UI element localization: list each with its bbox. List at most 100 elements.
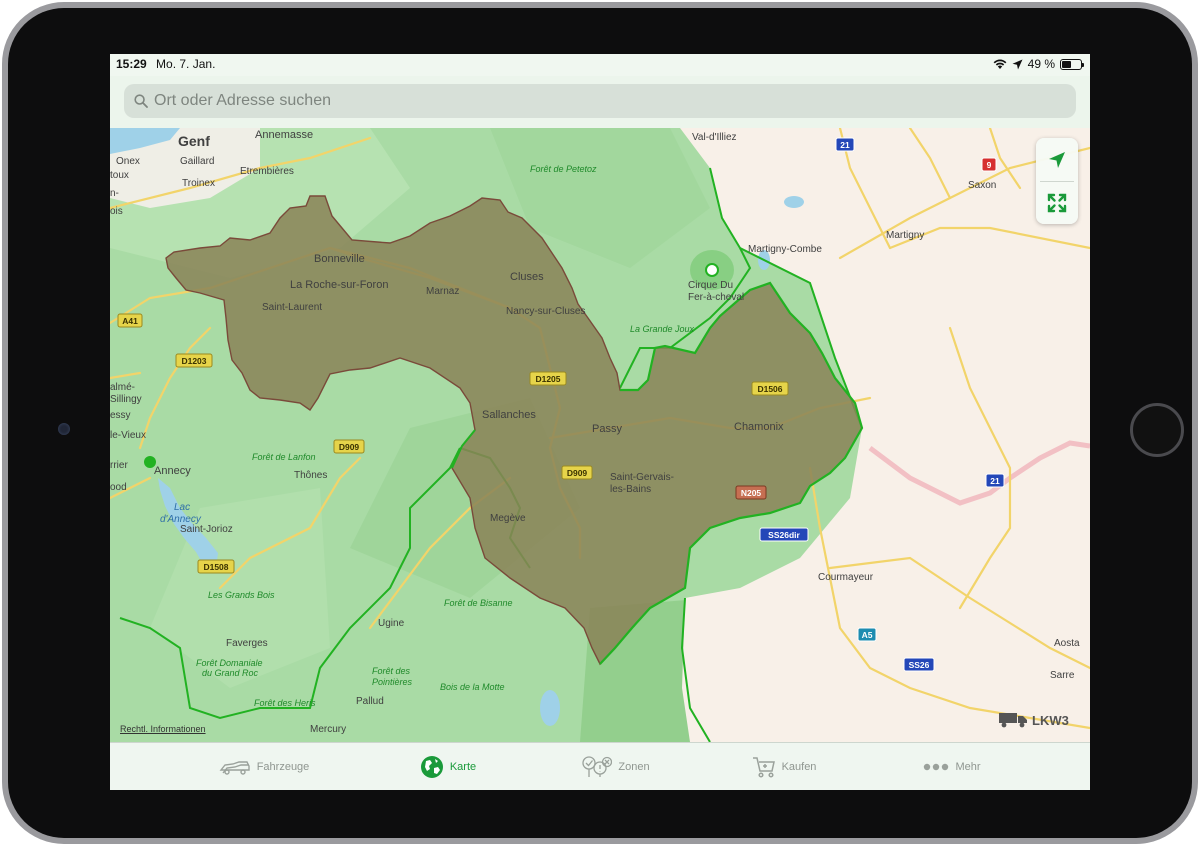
zones-icon [582,756,613,777]
map-forest-label: Pointières [372,677,413,687]
park-marker-icon[interactable] [705,263,719,277]
map-city-label: Genf [178,133,210,149]
map-city-label: Faverges [226,638,268,649]
tab-label: Zonen [618,761,650,773]
tab-fahrzeuge[interactable]: Fahrzeuge [166,743,362,790]
map-canvas[interactable]: Genf Annemasse Onex Gaillard Troinex Etrembiè… [110,128,1090,742]
map-city-label: Marnaz [426,286,459,297]
road-shield: N205 [735,485,767,500]
search-input[interactable] [154,86,1054,116]
road-shield: 21 [985,473,1005,488]
location-arrow-icon [1049,151,1065,168]
road-shield-label: A5 [862,630,873,640]
map-city-label: les-Bains [610,484,651,495]
map-city-label: ois [110,206,123,217]
map-forest-label: Forêt des [372,666,411,676]
map-city-label: Bonneville [314,253,365,265]
tab-label: Karte [449,761,477,773]
road-shield: D909 [561,465,593,480]
map-forest-label: Forêt de Bisanne [444,598,513,608]
map-city-label: Annecy [154,465,191,477]
road-shield: D1205 [529,371,567,386]
road-shield: SS26 [903,657,935,672]
app-screen: 15:29 Mo. 7. Jan. 49 % Ort oder Adresse … [110,54,1090,790]
road-shield-label: N205 [741,488,762,498]
map-city-label: Saxon [968,180,996,191]
battery-percent: 49 % [1027,57,1055,71]
expand-button[interactable] [1036,181,1078,224]
locate-button[interactable] [1036,138,1078,181]
road-shield-label: SS26 [909,660,930,670]
map-city-label: Val-d'Illiez [692,132,737,143]
brand-name: LKW3 [1032,712,1069,728]
road-shield: A41 [117,313,143,328]
map-city-label: Courmayeur [818,572,874,583]
map-forest-label: Les Grands Bois [208,590,275,600]
map-city-label: Fer-à-cheval [688,292,744,303]
brand-logo: LKW3 [998,710,1069,730]
wifi-icon [993,59,1007,69]
status-indicators: 49 % [993,57,1084,71]
legal-link[interactable]: Rechtl. Informationen [120,724,206,734]
map-lake [540,690,560,726]
road-shield-label: SS26dir [768,530,800,540]
battery-fill [1062,60,1071,68]
cart-icon [752,757,775,778]
map-city-label: Mercury [310,724,346,735]
map-city-label: Cirque Du [688,280,733,291]
map-city-label: Megève [490,513,526,524]
map-forest-label: La Grande Joux [630,324,695,334]
more-icon [924,763,949,771]
map-city-label: Thônes [294,470,327,481]
map-city-label: Cluses [510,271,544,283]
map-city-label: Chamonix [734,421,784,433]
map-city-label: Aosta [1054,638,1080,649]
road-shield-label: D1203 [181,356,206,366]
truck-logo-icon [999,713,1027,728]
map-city-label: le-Vieux [110,430,146,441]
home-button[interactable] [1130,403,1184,457]
road-shield-label: D1205 [535,374,560,384]
road-shield-label: D909 [567,468,588,478]
map-city-label: Onex [116,156,140,167]
search-bar[interactable] [124,84,1076,118]
map-city-label: Troinex [182,178,215,189]
map-city-label: Martigny [886,230,924,241]
map-lake [784,196,804,208]
tab-label: Kaufen [781,761,817,773]
map-forest-label: Forêt de Lanfon [252,452,316,462]
road-shield: D1508 [197,559,235,574]
map-view[interactable]: Genf Annemasse Onex Gaillard Troinex Etrembiè… [110,128,1090,742]
tab-kaufen[interactable]: Kaufen [686,743,882,790]
map-city-label: Saint-Jorioz [180,524,233,535]
tab-mehr[interactable]: Mehr [854,743,1050,790]
map-forest-label: Forêt de Petetoz [530,164,597,174]
map-city-label: Saint-Gervais- [610,472,674,483]
status-time: 15:29 [116,57,147,71]
expand-icon [1047,193,1067,212]
map-city-label: Passy [592,423,622,435]
map-controls [1036,138,1078,224]
road-shield-label: 9 [987,160,992,170]
map-city-label: Sallanches [482,409,536,421]
location-arrow-icon [1012,59,1023,69]
search-icon [134,94,148,108]
tab-zonen[interactable]: Zonen [518,743,714,790]
map-city-label: Sarre [1050,670,1075,681]
tab-bar: Fahrzeuge Karte Zonen Kaufen Mehr [110,742,1090,790]
road-shield: SS26dir [759,527,809,542]
map-city-label: toux [110,170,129,181]
road-shield: 9 [981,157,997,172]
map-city-label: Saint-Laurent [262,302,322,313]
road-shield-label: 21 [840,140,850,150]
globe-icon [420,756,443,778]
road-shield: D1506 [751,381,789,396]
map-forest-label: Bois de la Motte [440,682,505,692]
road-shield: D1203 [175,353,213,368]
map-city-label: rrier [110,460,128,471]
camera-icon [58,423,70,435]
map-forest-label: du Grand Roc [202,668,259,678]
road-shield-label: D1508 [203,562,228,572]
tab-karte[interactable]: Karte [350,743,546,790]
map-forest-label: Forêt Domaniale [196,658,263,668]
